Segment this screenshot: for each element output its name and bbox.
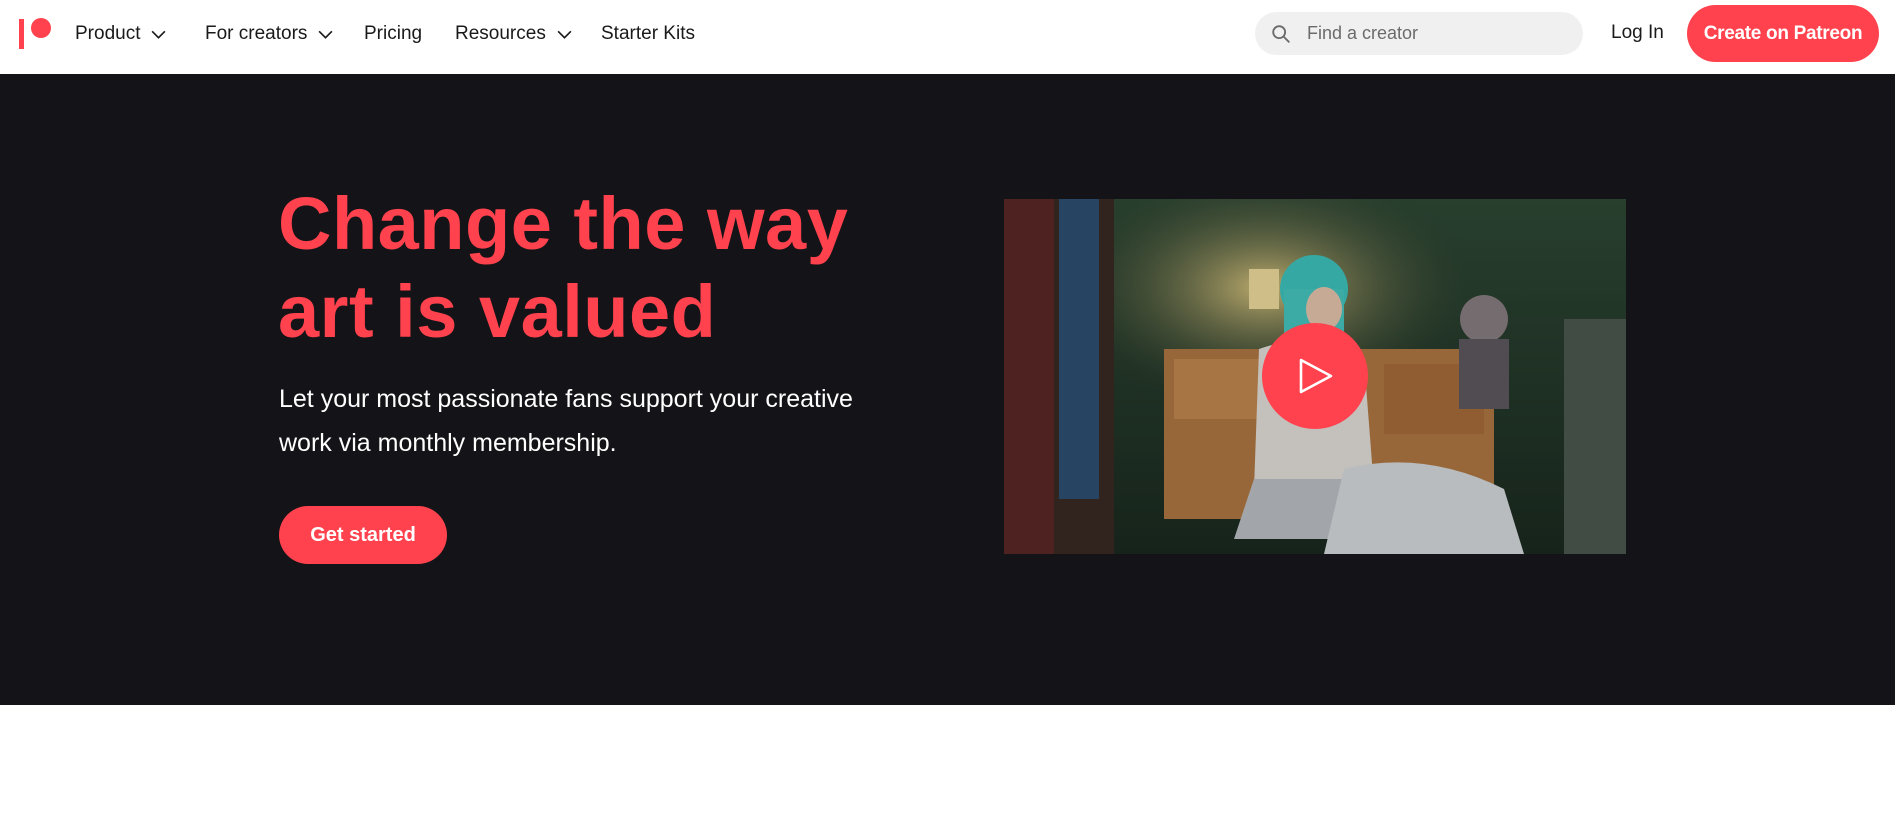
hero-headline: Change the way art is valued — [278, 182, 849, 353]
chevron-down-icon — [557, 30, 572, 39]
nav-product-label: Product — [75, 23, 141, 44]
nav-starter-kits-label: Starter Kits — [601, 23, 695, 44]
page-below-hero — [0, 705, 1895, 821]
nav-starter-kits[interactable]: Starter Kits — [601, 22, 695, 46]
nav-for-creators[interactable]: For creators — [205, 22, 334, 46]
hero-video[interactable] — [1004, 199, 1626, 554]
create-on-patreon-button[interactable]: Create on Patreon — [1687, 5, 1879, 62]
nav-for-creators-label: For creators — [205, 23, 308, 44]
play-icon — [1299, 358, 1333, 394]
play-button[interactable] — [1262, 323, 1368, 429]
patreon-logo-icon[interactable] — [19, 17, 51, 49]
chevron-down-icon — [318, 30, 333, 39]
nav-pricing-label: Pricing — [364, 23, 423, 44]
top-navigation: Product For creators Pricing Resources S… — [0, 0, 1895, 74]
get-started-button[interactable]: Get started — [279, 506, 447, 564]
nav-resources-label: Resources — [455, 23, 546, 44]
search-bar[interactable] — [1255, 12, 1583, 55]
hero-subheadline: Let your most passionate fans support yo… — [279, 385, 853, 457]
chevron-down-icon — [152, 30, 166, 39]
search-icon — [1272, 24, 1290, 43]
nav-resources[interactable]: Resources — [455, 22, 573, 46]
nav-product[interactable]: Product — [75, 22, 167, 46]
hero-section: Change the way art is valued Let your mo… — [0, 74, 1895, 705]
login-link[interactable]: Log In — [1611, 22, 1664, 44]
search-input[interactable] — [1305, 22, 1565, 45]
nav-pricing[interactable]: Pricing — [364, 22, 422, 46]
